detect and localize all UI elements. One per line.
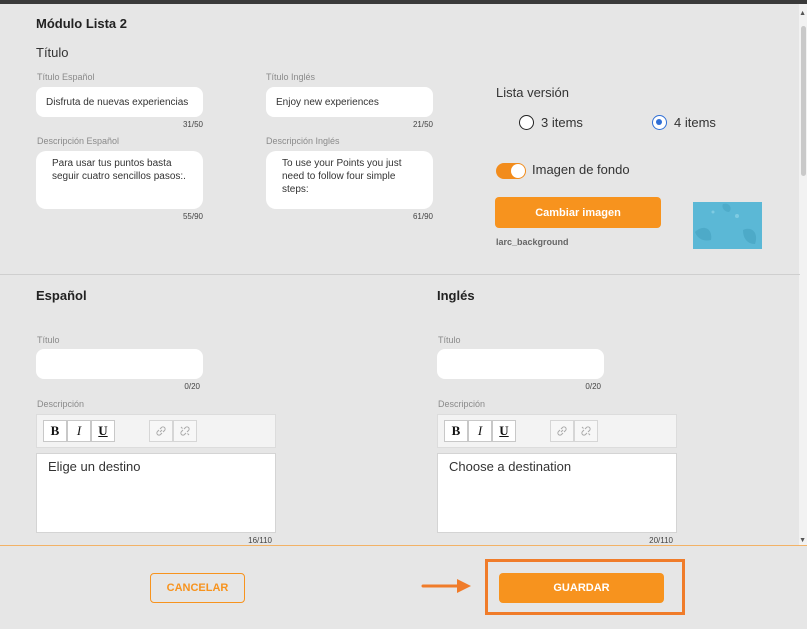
scrollbar-thumb[interactable] [801,26,806,176]
radio-4-items-circle[interactable] [652,115,667,130]
spanish-title-counter: 0/20 [184,382,200,391]
english-title-input[interactable] [437,349,604,379]
english-heading: Inglés [437,288,475,303]
spanish-title-input[interactable] [36,349,203,379]
save-button[interactable]: GUARDAR [499,573,664,603]
spanish-heading: Español [36,288,87,303]
english-desc-label: Descripción [438,399,486,409]
italic-button[interactable]: I [67,420,91,442]
bold-button[interactable]: B [43,420,67,442]
english-desc-editor[interactable]: Choose a destination [437,453,677,533]
radio-4-items[interactable]: 4 items [652,115,716,130]
english-editor-toolbar: B I U [437,414,677,448]
spanish-desc-counter: 16/110 [248,536,272,545]
desc-es-counter: 55/90 [182,212,203,221]
change-image-button[interactable]: Cambiar imagen [495,197,661,228]
spanish-title-label: Título [37,335,60,345]
desc-es-label: Descripción Español [37,136,120,146]
list-version-label: Lista versión [496,85,569,100]
english-desc-counter: 20/110 [649,536,673,545]
footer-bar [0,545,807,629]
underline-button[interactable]: U [492,420,516,442]
title-es-input[interactable]: Disfruta de nuevas experiencias [36,87,203,117]
english-title-counter: 0/20 [585,382,601,391]
title-es-counter: 31/50 [182,120,203,129]
desc-en-counter: 61/90 [412,212,433,221]
italic-button[interactable]: I [468,420,492,442]
scroll-up-arrow-icon[interactable]: ▲ [799,10,806,17]
link-icon[interactable] [149,420,173,442]
background-image-toggle[interactable] [496,163,526,179]
arrow-right-icon [421,579,471,593]
unlink-icon[interactable] [574,420,598,442]
spanish-desc-editor[interactable]: Elige un destino [36,453,276,533]
desc-es-textarea[interactable]: Para usar tus puntos basta seguir cuatro… [36,151,203,209]
title-en-input[interactable]: Enjoy new experiences [266,87,433,117]
top-bar [0,0,807,4]
title-es-label: Título Español [37,72,95,82]
background-thumbnail [693,202,762,249]
background-image-label: Imagen de fondo [532,162,630,177]
section-title: Título [36,45,69,60]
bold-button[interactable]: B [444,420,468,442]
radio-4-items-label: 4 items [674,115,716,130]
scrollbar[interactable]: ▲ ▼ [799,4,807,545]
toggle-knob [511,164,525,178]
cancel-button[interactable]: CANCELAR [150,573,245,603]
module-title: Módulo Lista 2 [36,16,127,31]
spanish-desc-label: Descripción [37,399,85,409]
title-en-label: Título Inglés [266,72,316,82]
radio-3-items[interactable]: 3 items [519,115,583,130]
title-en-counter: 21/50 [412,120,433,129]
underline-button[interactable]: U [91,420,115,442]
section-divider [0,274,800,275]
background-file-name: larc_background [496,237,569,247]
desc-en-textarea[interactable]: To use your Points you just need to foll… [266,151,433,209]
leaf-pattern-icon [695,203,757,244]
english-title-label: Título [438,335,461,345]
desc-en-label: Descripción Inglés [266,136,340,146]
radio-3-items-circle[interactable] [519,115,534,130]
radio-3-items-label: 3 items [541,115,583,130]
scroll-down-arrow-icon[interactable]: ▼ [799,537,806,544]
unlink-icon[interactable] [173,420,197,442]
spanish-editor-toolbar: B I U [36,414,276,448]
link-icon[interactable] [550,420,574,442]
